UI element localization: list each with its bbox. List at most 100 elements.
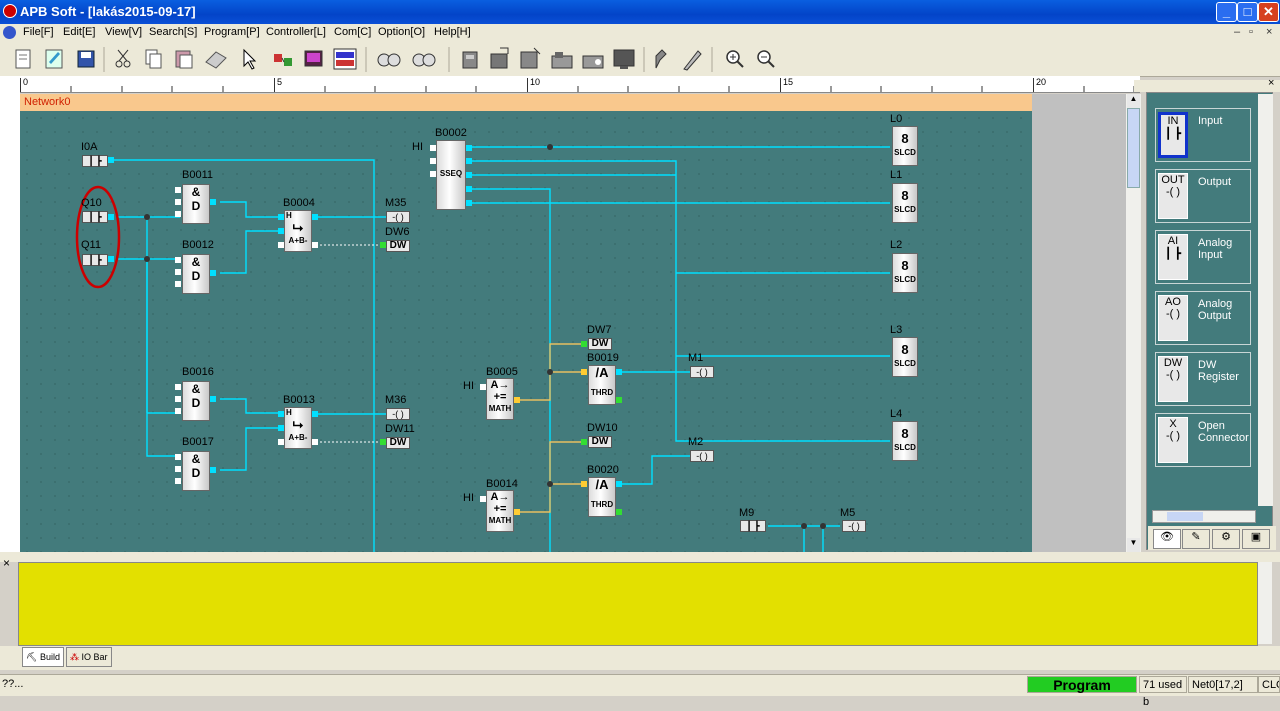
output-coil[interactable]: -( ) [842,520,866,532]
and-block[interactable]: & D [182,381,210,421]
dw-register[interactable]: DW [386,437,410,449]
output-coil[interactable]: -( ) [690,366,714,378]
scroll-down-icon[interactable]: ▼ [1127,538,1140,552]
block-id: B0013 [283,394,315,406]
block-type: A+B- [288,236,308,245]
build-icon: ⛏ [26,652,38,662]
edit-tab-icon[interactable]: ✎ [1182,529,1210,549]
slcd-display[interactable]: 8 SLCD [892,183,918,223]
input-pin [175,199,181,205]
output-coil[interactable]: -( ) [386,211,410,223]
mdi-close-button[interactable]: × [1266,26,1272,38]
display-type: SLCD [894,443,916,452]
scroll-up-icon[interactable]: ▲ [1127,94,1140,108]
sseq-block[interactable]: SSEQ [436,140,466,210]
threshold-block[interactable]: /A THRD [588,477,616,517]
display-digit: 8 [901,426,909,441]
canvas-vertical-scrollbar[interactable]: ▲ ▼ [1126,94,1141,552]
wires [75,144,890,552]
mdi-restore-button[interactable]: ▫ [1249,26,1253,38]
output-coil[interactable]: -( ) [386,408,410,420]
output-pin [108,214,114,220]
palette-close-icon[interactable]: × [1268,77,1274,89]
dw-register[interactable]: DW [588,338,612,350]
output-pin [210,270,216,276]
block-sub: D [191,199,201,213]
input-pin [278,411,284,417]
output-scrollbar[interactable] [1258,562,1272,644]
display-digit: 8 [901,188,909,203]
module-tab-icon[interactable]: ▣ [1242,529,1270,549]
and-block[interactable]: & D [182,254,210,294]
input-pin [581,369,587,375]
input-contact[interactable]: ┃ ┣ [740,520,766,532]
input-pin [175,478,181,484]
block-id: B0016 [182,366,214,378]
output-pin [466,172,472,178]
output-pin [210,467,216,473]
block-id: B0020 [587,464,619,476]
block-type: MATH [488,516,512,525]
tab-build[interactable]: ⛏ Build [22,647,64,667]
output-tabs [0,646,1280,670]
input-pin [175,187,181,193]
slcd-display[interactable]: 8 SLCD [892,253,918,293]
slcd-display[interactable]: 8 SLCD [892,421,918,461]
input-pin [581,439,587,445]
input-pin [581,341,587,347]
eye-icon[interactable]: 👁 [1153,529,1181,549]
palette-label: Open Connector [1198,420,1249,444]
and-block[interactable]: & D [182,451,210,491]
input-contact[interactable]: ┃ ┣ [82,155,108,167]
counter-block[interactable]: H ⮡ A+B- [284,210,312,252]
output-label: M36 [385,394,407,406]
status-mode: Program [1027,676,1137,693]
block-top: H [286,408,292,417]
maximize-button[interactable]: □ [1237,2,1258,22]
block-sub: D [191,269,201,283]
minimize-button[interactable]: _ [1216,2,1237,22]
input-contact[interactable]: ┃ ┣ [82,254,108,266]
build-output-area[interactable] [18,562,1258,646]
mdi-minimize-button[interactable]: – [1234,26,1240,38]
palette-hscroll-thumb[interactable] [1167,512,1203,521]
scroll-thumb[interactable] [1127,108,1140,188]
palette-hscrollbar[interactable] [1152,510,1256,523]
input-pin [278,439,284,445]
display-label: L4 [890,408,903,420]
palette-label: Input [1198,115,1223,127]
palette-icon-text: AO [1165,296,1181,308]
status-used: 71 used b [1139,676,1187,708]
input-pin [175,269,181,275]
output-close-icon[interactable]: × [3,556,10,570]
slcd-display[interactable]: 8 SLCD [892,337,918,377]
block-symbol: /A [595,477,609,492]
and-block[interactable]: & D [182,184,210,224]
link-tab-icon[interactable]: ⚙ [1212,529,1240,549]
dw-register[interactable]: DW [386,240,410,252]
slcd-display[interactable]: 8 SLCD [892,126,918,166]
block-op: & [191,382,201,396]
block-id: B0002 [435,127,467,139]
block-symbol: ⮡ [292,417,304,432]
close-button[interactable]: ✕ [1258,2,1279,22]
output-coil[interactable]: -( ) [690,450,714,462]
counter-block[interactable]: H ⮡ A+B- [284,407,312,449]
dw-register[interactable]: DW [588,436,612,448]
input-contact[interactable]: ┃ ┣ [82,211,108,223]
output-label: M5 [840,507,856,519]
block-top: H [286,211,292,220]
block-op: & [191,452,201,466]
input-label: M9 [739,507,755,519]
input-pin [278,214,284,220]
tab-io-bar[interactable]: ⁂ IO Bar [66,647,112,667]
display-type: SLCD [894,205,916,214]
block-type: THRD [590,500,614,509]
math-block[interactable]: A→ += MATH [486,490,514,532]
math-block[interactable]: A→ += MATH [486,378,514,420]
threshold-block[interactable]: /A THRD [588,365,616,405]
splitter[interactable] [0,552,1280,562]
open-connector-icon: X -( ) [1158,417,1188,463]
output-pin [466,158,472,164]
palette-scrollbar[interactable] [1258,94,1273,506]
